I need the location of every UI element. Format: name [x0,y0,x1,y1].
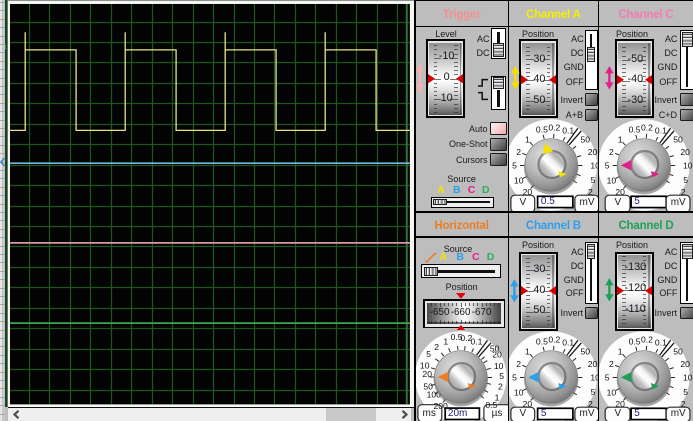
svg-text:1: 1 [525,346,530,356]
svg-text:2: 2 [609,147,614,157]
svg-text:20: 20 [422,369,432,379]
svg-text:0.5: 0.5 [629,125,641,135]
svg-text:2: 2 [434,342,439,352]
svg-text:5: 5 [512,372,517,382]
svg-text:5: 5 [605,372,610,382]
svg-text:0.5: 0.5 [629,336,641,346]
svg-text:0.1: 0.1 [655,126,667,136]
svg-text:0.1: 0.1 [563,126,575,136]
svg-text:20: 20 [492,350,502,360]
svg-text:0.2: 0.2 [549,334,561,344]
svg-text:5: 5 [683,387,688,397]
svg-text:10: 10 [591,372,598,382]
svg-text:20: 20 [588,359,598,369]
svg-text:5: 5 [426,349,431,359]
svg-text:10: 10 [591,160,598,170]
svg-text:10: 10 [683,372,693,382]
svg-text:1: 1 [443,337,448,347]
svg-text:2: 2 [517,147,522,157]
svg-text:2: 2 [609,359,614,369]
svg-text:50: 50 [673,346,683,356]
svg-text:5: 5 [591,387,596,397]
svg-text:20: 20 [681,147,691,157]
svg-text:0.2: 0.2 [641,334,653,344]
svg-text:2: 2 [498,381,503,391]
svg-text:0.1: 0.1 [563,337,575,347]
svg-text:10: 10 [607,175,617,185]
svg-text:5: 5 [683,175,688,185]
svg-text:50: 50 [581,346,591,356]
svg-text:10: 10 [514,175,524,185]
svg-text:0.2: 0.2 [641,122,653,132]
svg-text:0.1: 0.1 [470,337,482,347]
svg-text:2: 2 [517,359,522,369]
svg-text:1: 1 [618,346,623,356]
svg-text:50: 50 [673,134,683,144]
svg-text:5: 5 [591,175,596,185]
svg-text:20: 20 [681,359,691,369]
svg-text:10: 10 [514,387,524,397]
svg-text:5: 5 [605,160,610,170]
svg-text:1: 1 [618,134,623,144]
svg-text:50: 50 [581,134,591,144]
svg-text:10: 10 [683,160,693,170]
svg-text:5: 5 [512,160,517,170]
svg-text:0.2: 0.2 [549,122,561,132]
svg-text:1: 1 [525,134,530,144]
svg-text:10: 10 [494,361,504,371]
svg-text:5: 5 [499,371,504,381]
svg-text:0.5: 0.5 [536,336,548,346]
svg-text:0.5: 0.5 [536,125,548,135]
svg-text:0.1: 0.1 [655,337,667,347]
svg-text:10: 10 [607,387,617,397]
svg-text:20: 20 [588,147,598,157]
